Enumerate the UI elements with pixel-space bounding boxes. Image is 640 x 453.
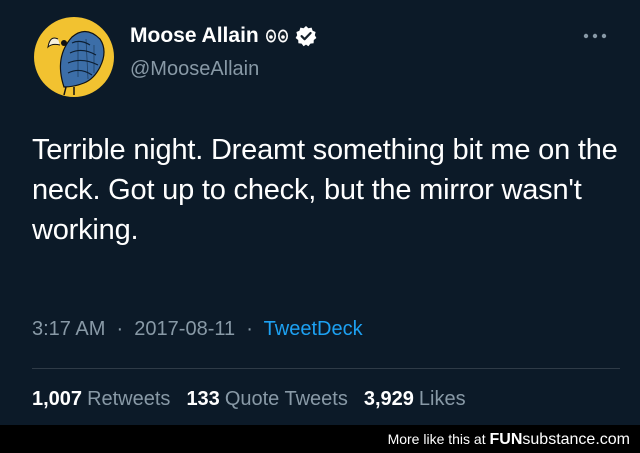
avatar[interactable] xyxy=(34,17,114,97)
tweet-text: Terrible night. Dreamt something bit me … xyxy=(32,134,618,246)
more-options-button[interactable] xyxy=(580,28,610,44)
quote-tweets-stat[interactable]: 133 Quote Tweets xyxy=(186,388,347,411)
tweet-source-link[interactable]: TweetDeck xyxy=(264,318,363,340)
meta-separator: · xyxy=(110,318,129,340)
display-name[interactable]: Moose Allain xyxy=(130,24,259,48)
retweets-count: 1,007 xyxy=(32,388,83,410)
verified-badge-icon xyxy=(295,25,317,47)
tweet-date[interactable]: 2017-08-11 xyxy=(134,318,235,340)
watermark-footer: More like this at FUNsubstance.com xyxy=(0,425,640,453)
meta-separator: · xyxy=(240,318,259,340)
name-row: Moose Allain xyxy=(130,24,317,48)
retweets-stat[interactable]: 1,007 Retweets xyxy=(32,388,170,411)
user-handle[interactable]: @MooseAllain xyxy=(130,58,259,81)
quote-tweets-label: Quote Tweets xyxy=(224,388,348,410)
likes-label: Likes xyxy=(418,388,466,410)
more-icon xyxy=(583,33,607,39)
tweet-card: Moose Allain @MooseAllain Terrible night… xyxy=(0,0,640,425)
watermark-brand-bold: FUN xyxy=(489,431,523,448)
tweet-stats: 1,007 Retweets 133 Quote Tweets 3,929 Likes xyxy=(32,388,482,411)
tweet-time[interactable]: 3:17 AM xyxy=(32,318,105,340)
tweet-meta: 3:17 AM · 2017-08-11 · TweetDeck xyxy=(32,318,363,341)
retweets-label: Retweets xyxy=(87,388,171,410)
avatar-image xyxy=(34,17,114,97)
watermark-text[interactable]: More like this at FUNsubstance.com xyxy=(388,431,630,449)
watermark-prefix: More like this at xyxy=(387,431,490,447)
likes-stat[interactable]: 3,929 Likes xyxy=(364,388,466,411)
watermark-brand-rest: substance.com xyxy=(522,431,630,448)
divider xyxy=(32,368,620,369)
quote-tweets-count: 133 xyxy=(186,388,220,410)
likes-count: 3,929 xyxy=(363,388,414,410)
eyes-icon xyxy=(265,28,289,44)
